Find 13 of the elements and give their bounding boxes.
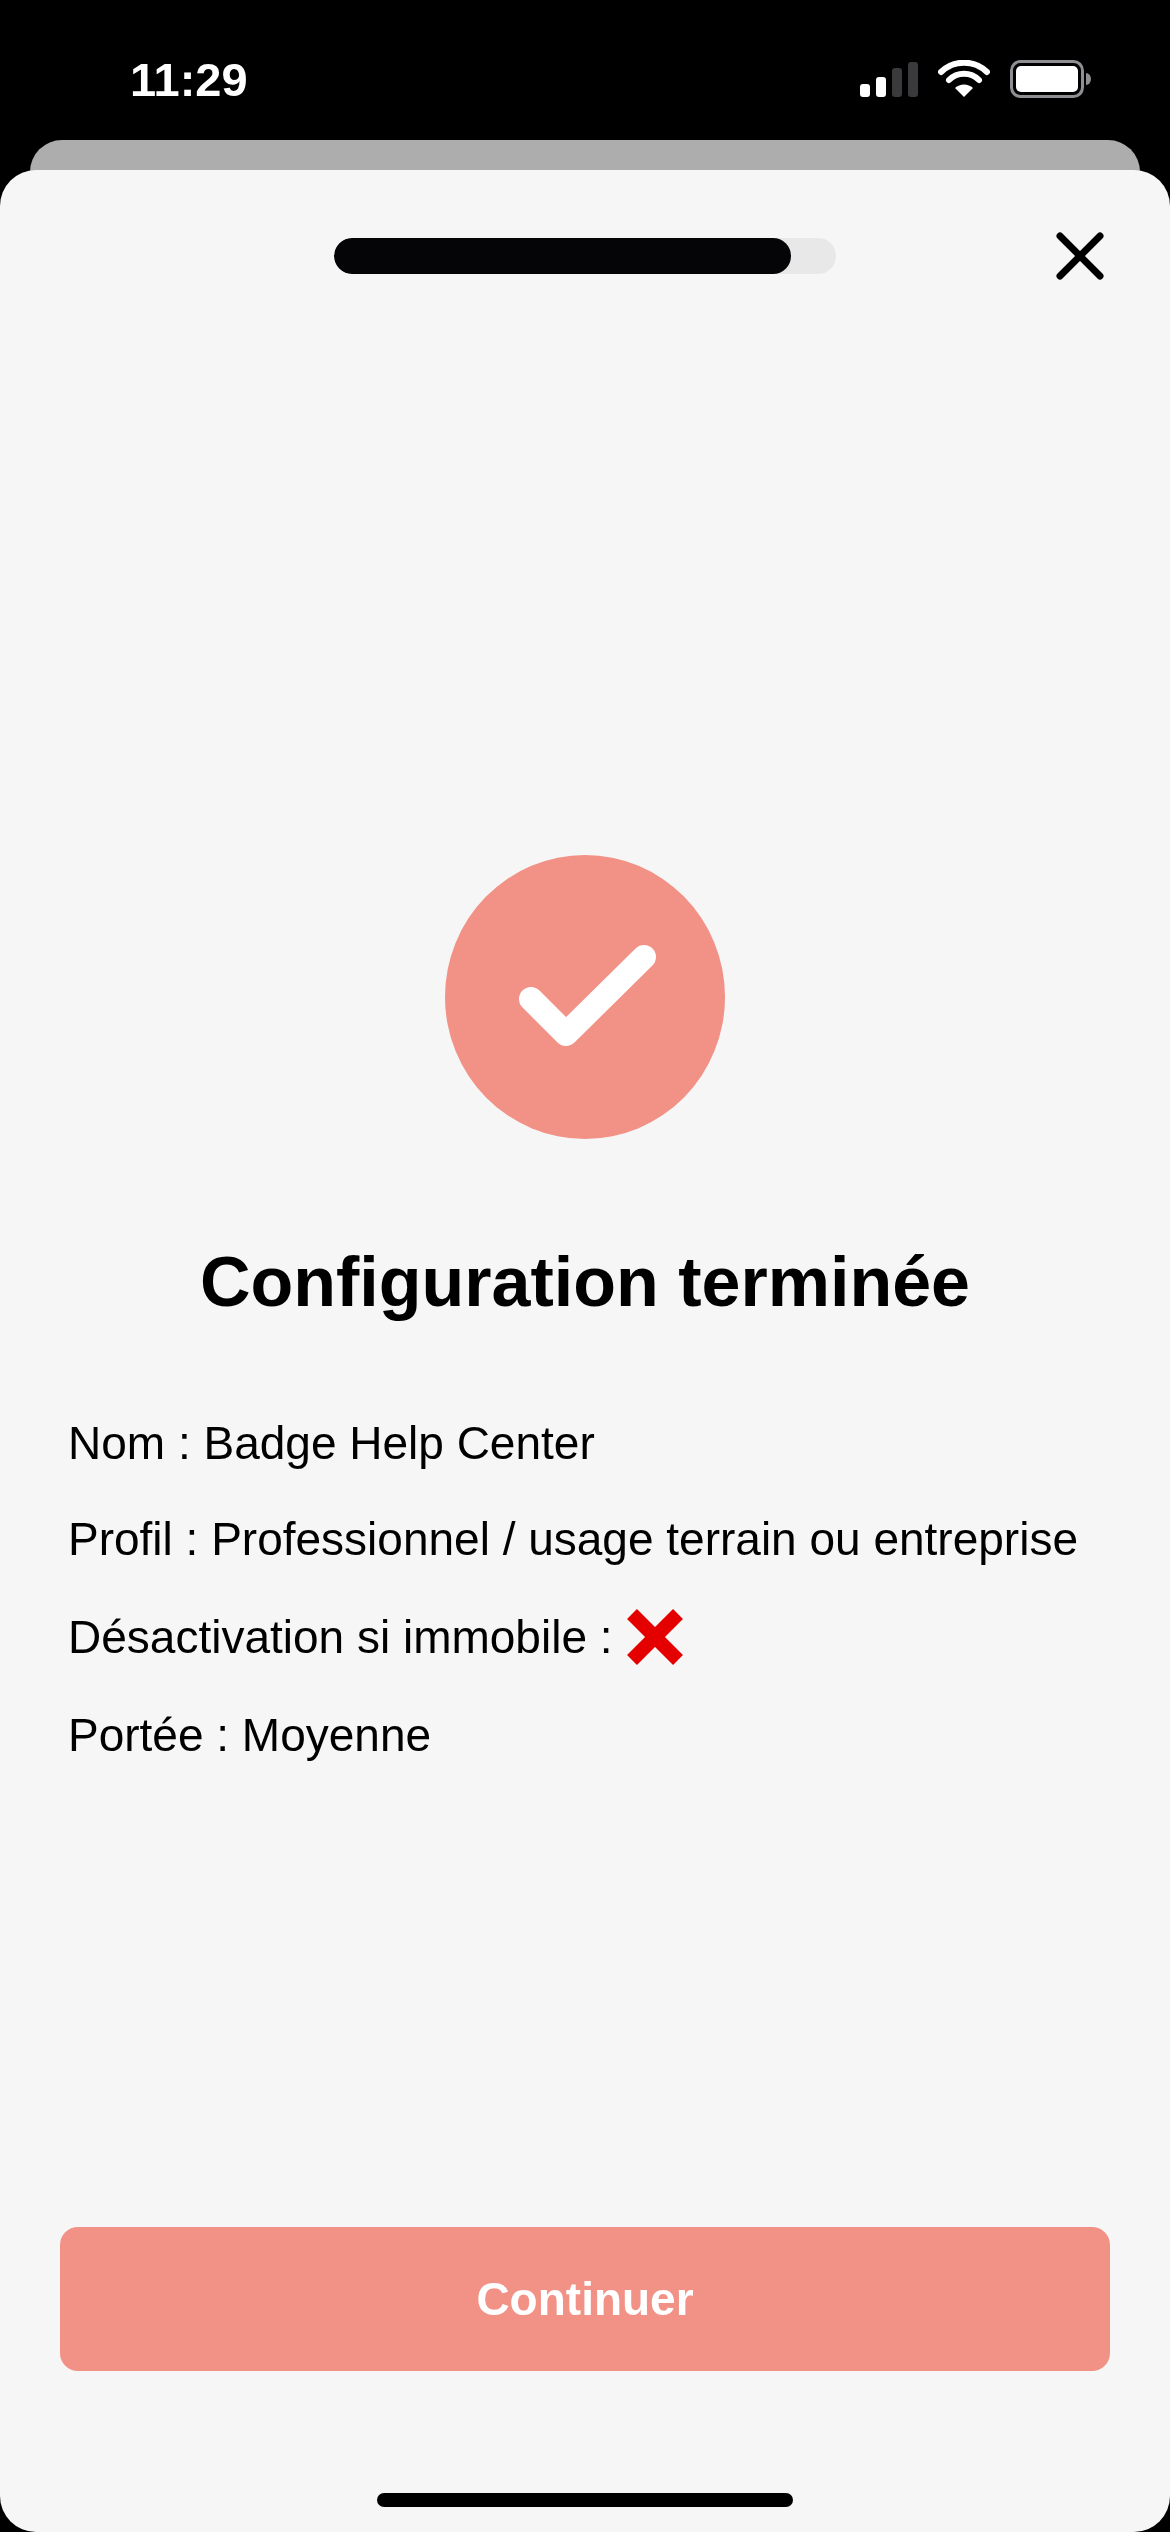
detail-text: Nom : Badge Help Center: [68, 1416, 596, 1471]
detail-text: Profil : Professionnel / usage terrain ou entreprise: [68, 1512, 1079, 1567]
close-button[interactable]: [1054, 230, 1106, 282]
close-icon: [1055, 231, 1105, 281]
wifi-icon: [938, 60, 990, 98]
detail-text: Portée : Moyenne: [68, 1708, 433, 1763]
battery-icon: [1010, 60, 1092, 98]
status-time: 11:29: [130, 55, 248, 103]
check-circle-icon: [445, 855, 725, 1139]
signal-icon: [860, 61, 918, 97]
detail-text: Désactivation si immobile :: [68, 1610, 613, 1665]
title: Configuration terminée: [198, 1242, 971, 1323]
continue-button[interactable]: Continuer: [60, 2227, 1110, 2371]
